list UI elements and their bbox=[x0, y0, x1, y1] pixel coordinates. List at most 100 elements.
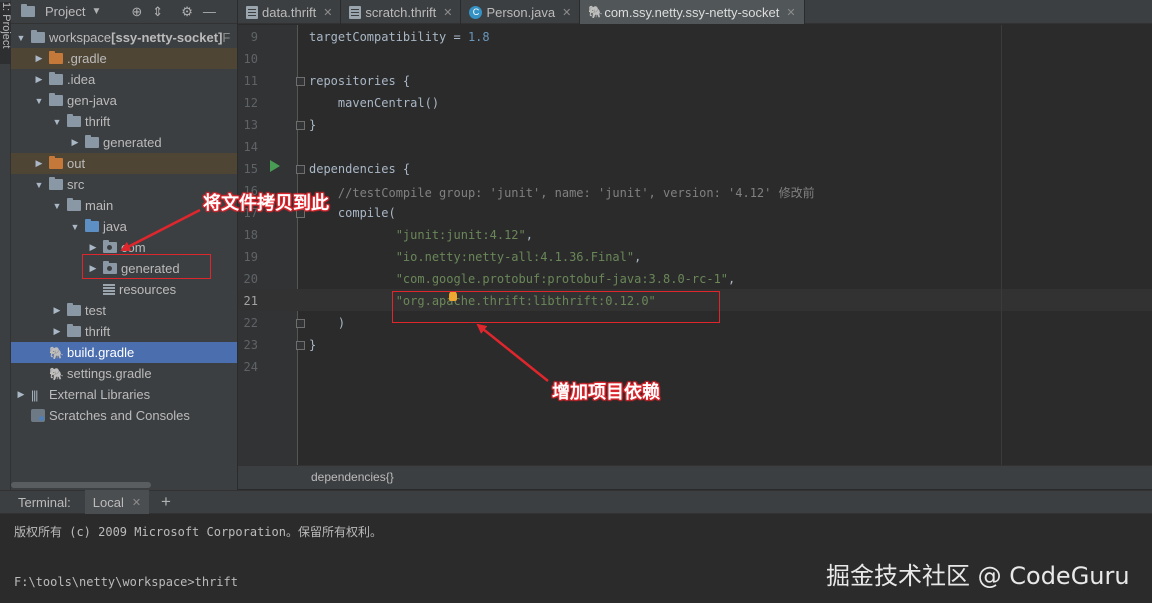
tree-item-label: resources bbox=[119, 282, 177, 297]
run-gutter-icon[interactable] bbox=[270, 160, 280, 172]
add-terminal-icon[interactable]: + bbox=[161, 492, 171, 512]
tree-item[interactable]: ▶ .gradle bbox=[11, 48, 237, 69]
project-panel: Project ▼ ⊕ ⇕ ⚙ — ▼ workspace [ssy-netty-… bbox=[11, 0, 238, 490]
annotation-copy-here: 将文件拷贝到此 bbox=[203, 193, 329, 213]
expanded-arrow-icon[interactable]: ▼ bbox=[51, 201, 63, 211]
tree-item[interactable]: ▼ thrift bbox=[11, 111, 237, 132]
minimize-icon[interactable]: — bbox=[203, 4, 216, 19]
tree-item[interactable]: ▼ workspace [ssy-netty-socket] F bbox=[11, 27, 237, 48]
code-editor[interactable] bbox=[299, 25, 1152, 465]
collapse-icon[interactable]: ⇕ bbox=[152, 4, 163, 20]
line-number: 9 bbox=[250, 30, 258, 44]
document-icon bbox=[349, 5, 362, 19]
code-line: mavenCentral() bbox=[309, 96, 440, 110]
fold-marker-icon[interactable] bbox=[296, 165, 305, 174]
collapsed-arrow-icon[interactable]: ▶ bbox=[33, 158, 45, 169]
close-icon[interactable]: ✕ bbox=[786, 6, 795, 19]
tree-item-path: F bbox=[222, 30, 231, 45]
project-panel-title[interactable]: Project bbox=[45, 4, 85, 19]
code-line: repositories { bbox=[309, 74, 411, 88]
folder-icon bbox=[67, 198, 81, 211]
close-icon[interactable]: ✕ bbox=[443, 6, 452, 19]
expanded-arrow-icon[interactable]: ▼ bbox=[33, 96, 45, 106]
tree-item-label: Scratches and Consoles bbox=[49, 408, 190, 423]
folder-icon bbox=[31, 30, 45, 43]
project-view-dropdown-icon[interactable]: ▼ bbox=[91, 6, 101, 17]
editor-tab[interactable]: data.thrift ✕ bbox=[238, 0, 342, 24]
close-icon[interactable]: ✕ bbox=[132, 496, 141, 509]
tree-item[interactable]: 🐘 settings.gradle bbox=[11, 363, 237, 384]
folder-icon bbox=[67, 303, 81, 316]
tree-item[interactable]: 🐘 build.gradle bbox=[11, 342, 237, 363]
expanded-arrow-icon[interactable]: ▼ bbox=[69, 222, 81, 232]
tree-item[interactable]: ▶ ||| External Libraries bbox=[11, 384, 237, 405]
tree-item[interactable]: ▶ .idea bbox=[11, 69, 237, 90]
fold-marker-icon[interactable] bbox=[296, 121, 305, 130]
editor-tab-label: Person.java bbox=[486, 4, 556, 20]
tree-item-label: gen-java bbox=[67, 93, 117, 108]
fold-marker-icon[interactable] bbox=[296, 319, 305, 328]
tree-item-label: thrift bbox=[85, 114, 111, 129]
collapsed-arrow-icon[interactable]: ▶ bbox=[33, 74, 45, 85]
folder-icon bbox=[85, 135, 99, 148]
tree-item[interactable]: ▶ test bbox=[11, 300, 237, 321]
tree-item[interactable]: ▼ gen-java bbox=[11, 90, 237, 111]
code-line: "io.netty:netty-all:4.1.36.Final", bbox=[309, 250, 642, 264]
line-number: 18 bbox=[243, 228, 258, 242]
line-number: 10 bbox=[243, 52, 258, 66]
collapsed-arrow-icon[interactable]: ▶ bbox=[69, 137, 81, 148]
excluded-folder-icon bbox=[49, 156, 63, 169]
tree-item-label: out bbox=[67, 156, 86, 171]
tree-item-label: com bbox=[121, 240, 146, 255]
line-number: 20 bbox=[243, 272, 258, 286]
expanded-arrow-icon[interactable]: ▼ bbox=[15, 33, 27, 43]
expanded-arrow-icon[interactable]: ▼ bbox=[51, 117, 63, 127]
collapsed-arrow-icon[interactable]: ▶ bbox=[51, 305, 63, 316]
terminal-tabbar: Terminal: Local ✕ + bbox=[0, 490, 1152, 514]
fold-marker-icon[interactable] bbox=[296, 77, 305, 86]
tree-item[interactable]: ▶ generated bbox=[11, 132, 237, 153]
code-line: "junit:junit:4.12", bbox=[309, 228, 533, 242]
terminal-tab-label: Local bbox=[92, 494, 124, 510]
fold-marker-icon[interactable] bbox=[296, 341, 305, 350]
tree-item[interactable]: Scratches and Consoles bbox=[11, 405, 237, 426]
folder-icon bbox=[49, 177, 63, 190]
tree-item[interactable]: ▼ java bbox=[11, 216, 237, 237]
editor-tab[interactable]: C Person.java ✕ bbox=[461, 0, 581, 24]
close-icon[interactable]: ✕ bbox=[562, 6, 571, 19]
class-icon: C bbox=[469, 5, 483, 19]
source-folder-icon bbox=[85, 219, 99, 232]
breadcrumb-item[interactable]: dependencies{} bbox=[311, 470, 394, 484]
terminal-line: 版权所有 (c) 2009 Microsoft Corporation。保留所有… bbox=[14, 525, 382, 539]
collapsed-arrow-icon[interactable]: ▶ bbox=[15, 389, 27, 400]
collapsed-arrow-icon[interactable]: ▶ bbox=[51, 326, 63, 337]
editor-tab[interactable]: scratch.thrift ✕ bbox=[341, 0, 462, 24]
collapsed-arrow-icon[interactable]: ▶ bbox=[87, 242, 99, 253]
breadcrumb: dependencies{} bbox=[238, 465, 1152, 489]
folder-icon bbox=[67, 114, 81, 127]
target-icon[interactable]: ⊕ bbox=[131, 4, 142, 20]
gear-icon[interactable]: ⚙ bbox=[181, 4, 193, 20]
line-number: 12 bbox=[243, 96, 258, 110]
folder-icon bbox=[49, 72, 63, 85]
tree-item-label: java bbox=[103, 219, 127, 234]
scratch-icon bbox=[31, 409, 45, 422]
editor-tabbar: data.thrift ✕ scratch.thrift ✕ C Person.java ✕… bbox=[238, 0, 1152, 24]
gradle-icon: 🐘 bbox=[49, 366, 64, 381]
tree-item[interactable]: resources bbox=[11, 279, 237, 300]
tree-item[interactable]: ▶ out bbox=[11, 153, 237, 174]
project-tool-tab[interactable]: 1: Project bbox=[0, 2, 12, 64]
code-line: "com.google.protobuf:protobuf-java:3.8.0… bbox=[309, 272, 736, 286]
collapsed-arrow-icon[interactable]: ▶ bbox=[33, 53, 45, 64]
folder-icon bbox=[49, 93, 63, 106]
expanded-arrow-icon[interactable]: ▼ bbox=[33, 180, 45, 190]
tree-item-label: thrift bbox=[85, 324, 111, 339]
line-number: 21 bbox=[243, 294, 258, 308]
close-icon[interactable]: ✕ bbox=[323, 6, 332, 19]
project-panel-header: Project ▼ ⊕ ⇕ ⚙ — bbox=[11, 0, 237, 24]
project-horizontal-scrollbar[interactable] bbox=[11, 482, 151, 488]
tree-item[interactable]: ▶ thrift bbox=[11, 321, 237, 342]
tree-item-label: settings.gradle bbox=[67, 366, 152, 381]
terminal-tab-local[interactable]: Local ✕ bbox=[84, 490, 150, 514]
editor-tab[interactable]: 🐘 com.ssy.netty.ssy-netty-socket ✕ bbox=[580, 0, 805, 24]
